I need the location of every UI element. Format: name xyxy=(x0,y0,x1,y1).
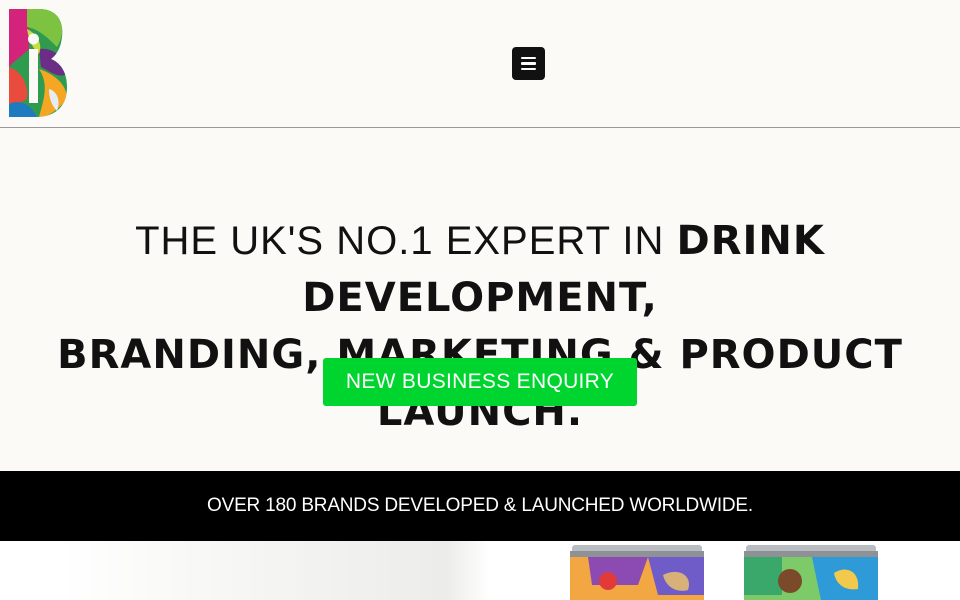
drink-can-image xyxy=(744,545,878,600)
product-shadow xyxy=(60,541,490,600)
new-business-enquiry-button[interactable]: NEW BUSINESS ENQUIRY xyxy=(323,358,637,406)
stats-banner: OVER 180 BRANDS DEVELOPED & LAUNCHED WOR… xyxy=(0,471,960,541)
menu-button[interactable] xyxy=(512,47,545,80)
drink-can-image xyxy=(570,545,704,600)
headline-light-text: THE UK'S NO.1 EXPERT IN xyxy=(135,219,677,263)
site-header xyxy=(0,0,960,128)
hero-headline: THE UK'S NO.1 EXPERT IN DRINK DEVELOPMEN… xyxy=(0,213,960,441)
menu-icon xyxy=(521,56,536,60)
product-image-strip xyxy=(0,541,960,600)
logo-icon[interactable] xyxy=(9,9,69,119)
hero-section: THE UK'S NO.1 EXPERT IN DRINK DEVELOPMEN… xyxy=(0,129,960,471)
